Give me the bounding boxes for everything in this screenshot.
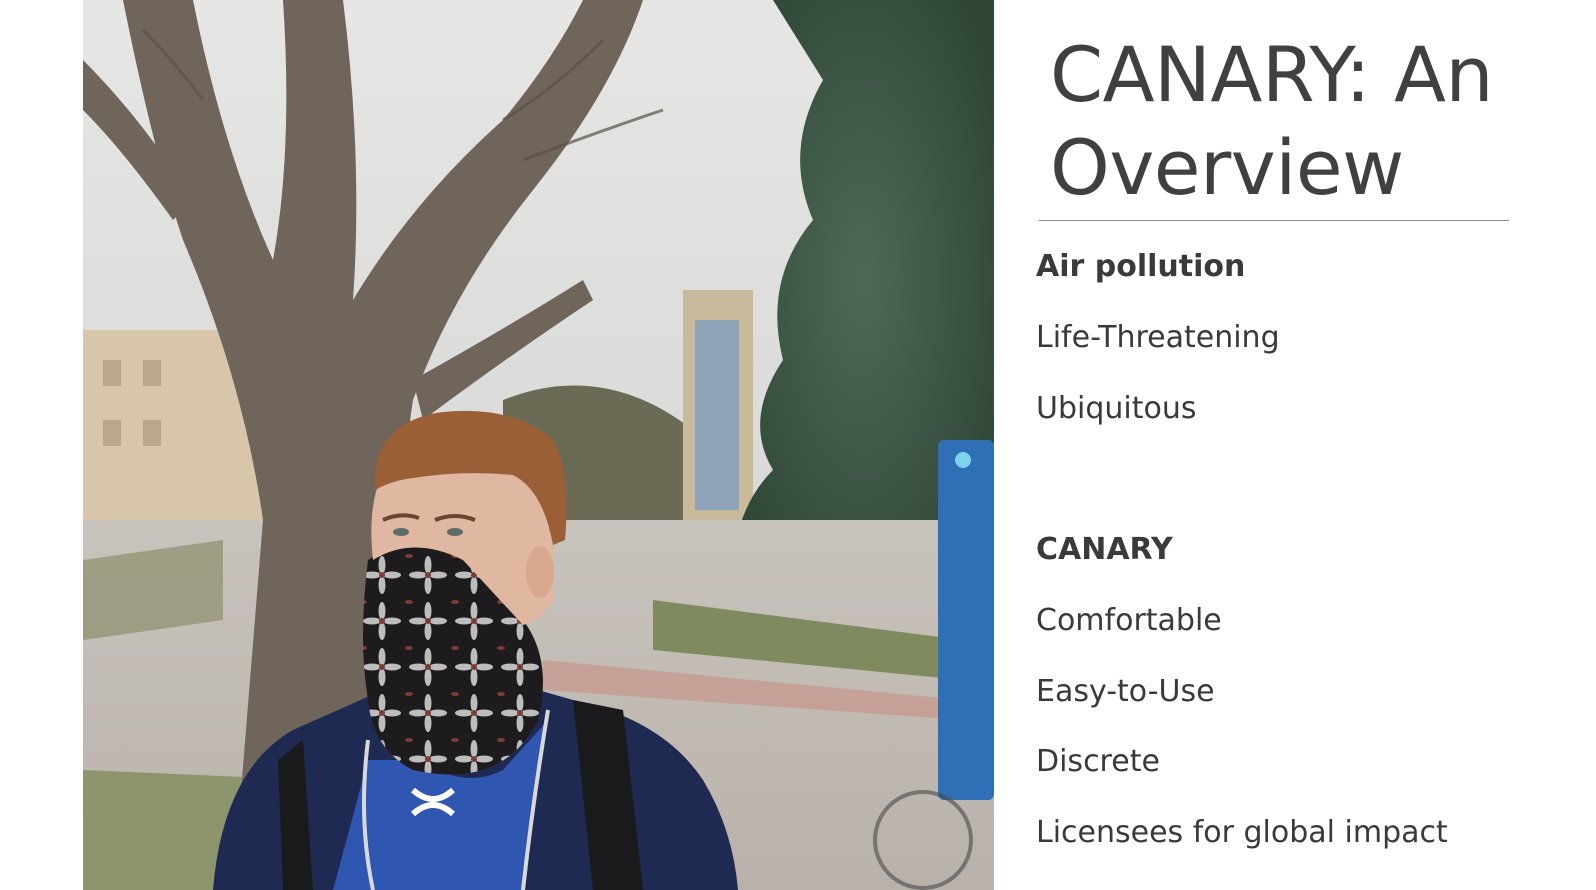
slide-title: CANARY: An Overview: [1050, 30, 1494, 212]
bullet-licensees: Licensees for global impact: [1036, 815, 1448, 850]
bullet-easy-to-use: Easy-to-Use: [1036, 674, 1215, 709]
bullet-ubiquitous: Ubiquitous: [1036, 391, 1197, 426]
bullet-discrete: Discrete: [1036, 744, 1160, 779]
bullet-life-threatening: Life-Threatening: [1036, 320, 1280, 355]
slide-photo: [83, 0, 994, 890]
section-heading-canary: CANARY: [1036, 532, 1173, 567]
section-heading-air-pollution: Air pollution: [1036, 249, 1246, 284]
title-divider: [1039, 220, 1509, 221]
bullet-comfortable: Comfortable: [1036, 603, 1222, 638]
person-wearing-face-mask-photo: [83, 0, 994, 890]
